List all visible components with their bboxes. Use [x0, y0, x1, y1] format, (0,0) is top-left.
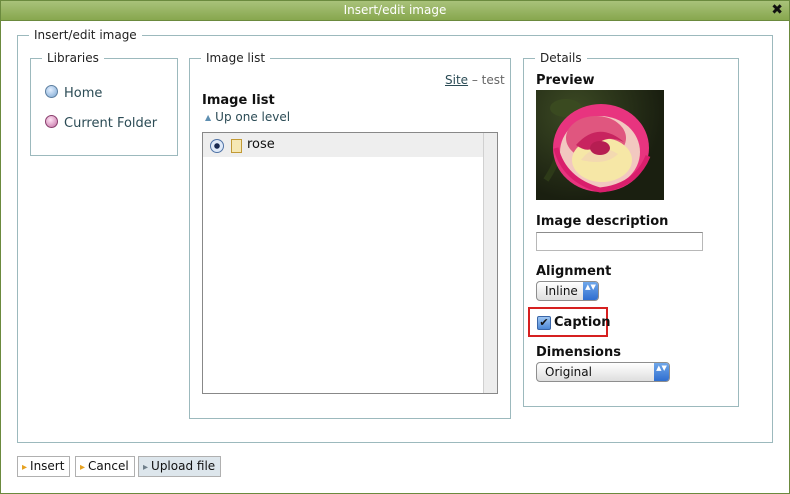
- arrow-icon: ▸: [143, 462, 149, 473]
- arrow-icon: ▸: [80, 462, 86, 473]
- libraries-legend: Libraries: [47, 51, 99, 65]
- cancel-button[interactable]: ▸ Cancel: [75, 456, 135, 477]
- upload-file-button-label: Upload file: [151, 459, 216, 473]
- arrow-icon: ▸: [22, 462, 28, 473]
- select-arrows-icon: ▲▼: [654, 363, 669, 381]
- alignment-select[interactable]: Inline ▲▼: [536, 281, 599, 301]
- list-item[interactable]: rose: [203, 133, 483, 157]
- image-description-input[interactable]: [536, 232, 703, 251]
- caption-checkbox[interactable]: ✔: [537, 316, 551, 330]
- libraries-fieldset: Libraries: [30, 51, 178, 156]
- insert-button-label: Insert: [30, 459, 65, 473]
- file-icon: [231, 139, 242, 153]
- dimensions-value: Original: [545, 365, 592, 379]
- list-item-label: rose: [247, 137, 275, 152]
- dimensions-label: Dimensions: [536, 345, 621, 360]
- selected-radio-icon[interactable]: [210, 139, 224, 153]
- dialog-titlebar[interactable]: Insert/edit image ✖: [1, 1, 789, 21]
- up-arrow-icon: ▲: [205, 113, 212, 122]
- image-list-heading: Image list: [202, 93, 275, 108]
- folder-globe-icon: [45, 115, 58, 128]
- image-description-label: Image description: [536, 214, 669, 229]
- breadcrumb-current: – test: [468, 73, 505, 87]
- up-one-level-label: Up one level: [215, 110, 291, 124]
- close-icon[interactable]: ✖: [771, 1, 783, 20]
- alignment-label: Alignment: [536, 264, 612, 279]
- library-item-label: Home: [64, 86, 103, 101]
- home-globe-icon: [45, 85, 58, 98]
- details-legend: Details: [540, 51, 582, 65]
- caption-label[interactable]: Caption: [554, 315, 610, 330]
- select-arrows-icon: ▲▼: [583, 282, 598, 300]
- library-item-home[interactable]: Home: [45, 85, 102, 101]
- main-legend: Insert/edit image: [34, 28, 137, 42]
- dialog-title: Insert/edit image: [343, 3, 447, 17]
- image-listbox[interactable]: rose: [202, 132, 498, 394]
- library-item-current-folder[interactable]: Current Folder: [45, 115, 157, 131]
- library-item-label: Current Folder: [64, 116, 158, 131]
- rose-preview-graphic: [543, 99, 651, 193]
- breadcrumb: Site – test: [445, 73, 505, 87]
- listbox-scrollbar[interactable]: [483, 133, 497, 393]
- up-one-level-link[interactable]: ▲ Up one level: [205, 110, 290, 124]
- preview-image: [536, 90, 664, 200]
- preview-label: Preview: [536, 73, 595, 88]
- breadcrumb-site-link[interactable]: Site: [445, 73, 468, 87]
- alignment-value: Inline: [545, 284, 578, 298]
- insert-button[interactable]: ▸ Insert: [17, 456, 71, 477]
- image-list-legend: Image list: [206, 51, 266, 65]
- dimensions-select[interactable]: Original ▲▼: [536, 362, 670, 382]
- cancel-button-label: Cancel: [88, 459, 129, 473]
- upload-file-button[interactable]: ▸ Upload file: [138, 456, 222, 477]
